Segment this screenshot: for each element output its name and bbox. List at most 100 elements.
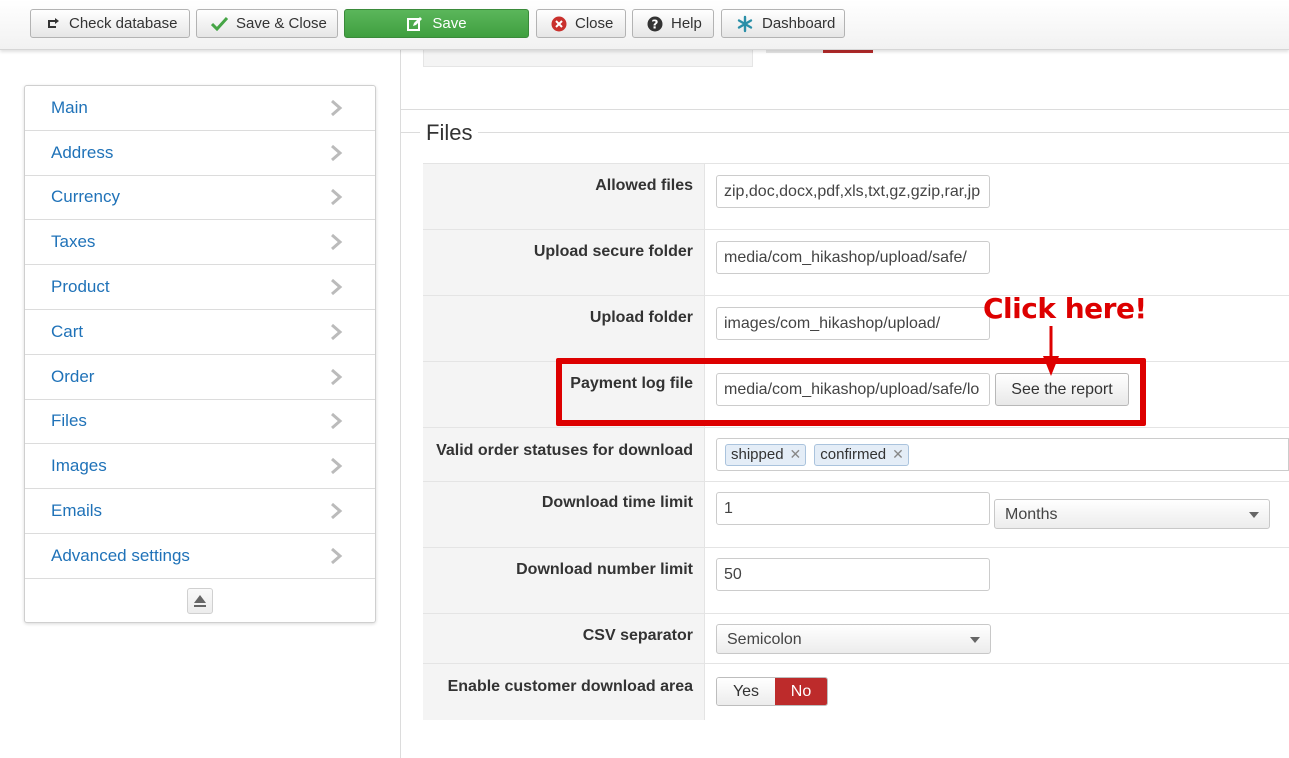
dashboard-label: Dashboard xyxy=(762,15,836,32)
upload-folder-input[interactable]: images/com_hikashop/upload/ xyxy=(716,307,990,340)
upload-folder-row: Upload folder images/com_hikashop/upload… xyxy=(423,295,1289,361)
csv-separator-label: CSV separator xyxy=(423,614,705,663)
sidebar-item-main[interactable]: Main xyxy=(25,86,375,131)
sidebar-item-order[interactable]: Order xyxy=(25,355,375,400)
tag-label: shipped xyxy=(731,446,784,463)
chevron-right-icon xyxy=(331,368,343,385)
chevron-right-icon xyxy=(331,413,343,430)
section-separator xyxy=(400,109,1289,110)
upload-secure-folder-row: Upload secure folder media/com_hikashop/… xyxy=(423,229,1289,295)
question-circle-icon: ? xyxy=(647,15,663,33)
select-value: Months xyxy=(1005,506,1058,523)
order-statuses-input[interactable]: shipped ✕ confirmed ✕ xyxy=(716,438,1289,471)
chevron-right-icon xyxy=(331,234,343,251)
database-refresh-icon xyxy=(45,15,61,33)
enable-customer-download-row: Enable customer download area Yes No xyxy=(423,663,1289,720)
status-tag-shipped: shipped ✕ xyxy=(725,443,807,466)
sidebar-item-label: Advanced settings xyxy=(51,545,190,565)
chevron-right-icon xyxy=(331,278,343,296)
check-database-label: Check database xyxy=(69,15,178,32)
csv-separator-select[interactable]: Semicolon xyxy=(716,624,991,654)
download-number-limit-row: Download number limit 50 xyxy=(423,547,1289,613)
save-close-label: Save & Close xyxy=(236,15,327,32)
arrow-down-icon xyxy=(1043,326,1059,376)
sidebar-item-address[interactable]: Address xyxy=(25,131,375,176)
sidebar-item-advanced-settings[interactable]: Advanced settings xyxy=(25,534,375,579)
allowed-files-input[interactable]: zip,doc,docx,pdf,xls,txt,gz,gzip,rar,jp xyxy=(716,175,990,208)
toggle-yes-button[interactable]: Yes xyxy=(717,678,775,705)
chevron-right-icon xyxy=(331,99,343,117)
download-time-unit-select[interactable]: Months xyxy=(994,499,1270,529)
download-number-limit-label: Download number limit xyxy=(423,548,705,613)
enable-customer-download-toggle: Yes No xyxy=(716,677,828,706)
allowed-files-label: Allowed files xyxy=(423,164,705,229)
chevron-right-icon xyxy=(331,144,343,161)
chevron-right-icon xyxy=(331,547,343,564)
content-border xyxy=(400,50,401,758)
status-tag-confirmed: confirmed ✕ xyxy=(814,443,909,466)
sidebar-item-label: Main xyxy=(51,97,88,117)
sidebar-item-images[interactable]: Images xyxy=(25,444,375,490)
valid-order-statuses-row: Valid order statuses for download shippe… xyxy=(423,427,1289,481)
close-circle-icon xyxy=(551,15,567,33)
chevron-right-icon xyxy=(331,502,343,520)
allowed-files-row: Allowed files zip,doc,docx,pdf,xls,txt,g… xyxy=(423,163,1289,229)
click-here-annotation: Click here! xyxy=(983,292,1147,325)
chevron-right-icon xyxy=(331,323,343,341)
previous-section-row xyxy=(423,50,753,67)
sidebar-item-emails[interactable]: Emails xyxy=(25,489,375,534)
hikashop-star-icon xyxy=(736,15,754,33)
save-close-button[interactable]: Save & Close xyxy=(196,9,338,38)
sidebar-item-currency[interactable]: Currency xyxy=(25,176,375,221)
sidebar-item-label: Files xyxy=(51,411,87,431)
sidebar-item-product[interactable]: Product xyxy=(25,265,375,310)
csv-separator-row: CSV separator Semicolon xyxy=(423,613,1289,663)
sidebar-item-label: Images xyxy=(51,456,107,476)
config-sidebar: Main Address Currency Taxes Product Cart… xyxy=(24,85,376,623)
close-label: Close xyxy=(575,15,614,32)
sidebar-item-cart[interactable]: Cart xyxy=(25,310,375,355)
sidebar-item-label: Order xyxy=(51,366,95,386)
dropdown-caret-icon xyxy=(1249,512,1259,518)
sidebar-footer xyxy=(25,579,375,623)
toolbar: Check database Save & Close Save Close ?… xyxy=(0,0,1289,50)
toggle-no-button[interactable]: No xyxy=(775,678,827,705)
remove-tag-icon[interactable]: ✕ xyxy=(892,446,904,463)
download-number-limit-input[interactable]: 50 xyxy=(716,558,990,591)
sidebar-item-files[interactable]: Files xyxy=(25,400,375,445)
sidebar-item-label: Cart xyxy=(51,321,84,341)
download-time-limit-label: Download time limit xyxy=(423,482,705,547)
dropdown-caret-icon xyxy=(970,637,980,643)
sidebar-item-label: Address xyxy=(51,142,114,162)
select-value: Semicolon xyxy=(727,631,802,648)
upload-folder-label: Upload folder xyxy=(423,296,705,361)
help-label: Help xyxy=(671,15,702,32)
eject-up-icon xyxy=(194,594,206,607)
check-icon xyxy=(211,15,228,33)
previous-toggle-no xyxy=(823,50,873,53)
sidebar-item-taxes[interactable]: Taxes xyxy=(25,220,375,266)
check-database-button[interactable]: Check database xyxy=(30,9,190,38)
sidebar-item-label: Emails xyxy=(51,501,103,521)
save-button[interactable]: Save xyxy=(344,9,529,38)
valid-order-statuses-label: Valid order statuses for download xyxy=(423,428,705,481)
enable-customer-download-label: Enable customer download area xyxy=(423,664,705,720)
chevron-right-icon xyxy=(331,189,343,206)
help-button[interactable]: ? Help xyxy=(632,9,714,38)
download-time-limit-row: Download time limit 1 Months xyxy=(423,481,1289,547)
upload-secure-folder-label: Upload secure folder xyxy=(423,230,705,295)
files-legend: Files xyxy=(420,120,479,146)
remove-tag-icon[interactable]: ✕ xyxy=(790,446,802,463)
svg-text:?: ? xyxy=(652,17,659,31)
fieldset-border xyxy=(400,132,1289,133)
upload-secure-folder-input[interactable]: media/com_hikashop/upload/safe/ xyxy=(716,241,990,274)
download-time-limit-input[interactable]: 1 xyxy=(716,492,990,525)
tag-label: confirmed xyxy=(820,446,887,463)
chevron-right-icon xyxy=(331,458,343,475)
sidebar-item-label: Currency xyxy=(51,187,120,207)
collapse-sidebar-button[interactable] xyxy=(187,587,213,614)
sidebar-item-label: Product xyxy=(51,277,110,297)
close-button[interactable]: Close xyxy=(536,9,626,38)
save-label: Save xyxy=(432,15,467,32)
dashboard-button[interactable]: Dashboard xyxy=(721,9,845,38)
